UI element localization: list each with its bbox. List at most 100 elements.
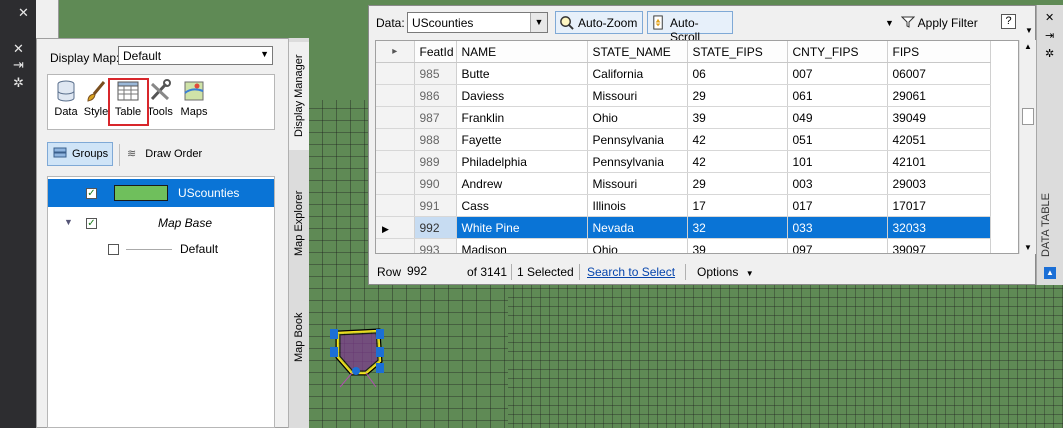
table-cell[interactable]: Fayette: [456, 128, 588, 151]
table-cell[interactable]: Franklin: [456, 106, 588, 129]
table-cell[interactable]: 987: [414, 106, 457, 129]
table-cell[interactable]: 990: [414, 172, 457, 195]
row-selector[interactable]: [376, 238, 415, 253]
layer-style-swatch[interactable]: [114, 185, 168, 201]
table-cell[interactable]: 986: [414, 84, 457, 107]
table-cell[interactable]: Nevada: [587, 216, 688, 239]
tab-display-manager[interactable]: Display Manager: [289, 42, 309, 150]
table-row[interactable]: 988 Fayette Pennsylvania 42 051 42051: [376, 128, 991, 151]
maps-tool-button[interactable]: Maps: [178, 79, 210, 118]
table-cell[interactable]: 007: [787, 62, 888, 85]
data-table-side-tab[interactable]: ✕ ⇥ ✲ DATA TABLE ▲: [1036, 5, 1063, 285]
auto-scroll-button[interactable]: Auto-Scroll: [647, 11, 733, 44]
layer-row-map-base[interactable]: ▼ ✓ Map Base: [48, 209, 274, 237]
table-row[interactable]: 989 Philadelphia Pennsylvania 42 101 42101: [376, 150, 991, 173]
pin-icon[interactable]: ⇥: [1045, 29, 1054, 42]
table-cell[interactable]: 992: [414, 216, 457, 239]
table-cell[interactable]: 988: [414, 128, 457, 151]
selected-county-highlight[interactable]: [326, 325, 388, 393]
row-selector[interactable]: [376, 150, 415, 173]
table-cell[interactable]: 29: [687, 84, 788, 107]
table-cell[interactable]: Daviess: [456, 84, 588, 107]
table-cell[interactable]: 101: [787, 150, 888, 173]
table-cell[interactable]: Missouri: [587, 172, 688, 195]
display-map-select[interactable]: Default ▼: [118, 46, 273, 65]
row-selector[interactable]: [376, 194, 415, 217]
table-cell[interactable]: 32033: [887, 216, 991, 239]
select-all-corner[interactable]: ▸: [376, 41, 415, 63]
table-cell[interactable]: Pennsylvania: [587, 150, 688, 173]
scrollbar-thumb[interactable]: [1022, 108, 1034, 125]
table-cell[interactable]: 061: [787, 84, 888, 107]
close-icon[interactable]: ✕: [18, 6, 29, 20]
table-row[interactable]: 985 Butte California 06 007 06007: [376, 62, 991, 85]
table-cell[interactable]: 29: [687, 172, 788, 195]
table-cell[interactable]: 39: [687, 238, 788, 253]
table-row[interactable]: 986 Daviess Missouri 29 061 29061: [376, 84, 991, 107]
layer-checkbox[interactable]: ✓: [86, 188, 97, 199]
column-header[interactable]: STATE_FIPS: [687, 41, 788, 63]
table-row[interactable]: ▶ 992 White Pine Nevada 32 033 32033: [376, 216, 991, 239]
overflow-icon[interactable]: ▼: [1025, 26, 1033, 35]
layer-row-default[interactable]: Default: [48, 235, 274, 263]
table-cell[interactable]: Cass: [456, 194, 588, 217]
row-selector[interactable]: [376, 62, 415, 85]
layer-row-uscounties[interactable]: ✓ UScounties: [48, 179, 274, 207]
gear-icon[interactable]: ✲: [1045, 47, 1054, 60]
table-cell[interactable]: California: [587, 62, 688, 85]
tab-map-explorer[interactable]: Map Explorer: [289, 183, 309, 263]
table-cell[interactable]: 39049: [887, 106, 991, 129]
row-selector[interactable]: ▶: [376, 216, 415, 239]
column-header[interactable]: FIPS: [887, 41, 991, 63]
search-to-select-link[interactable]: Search to Select: [587, 265, 675, 279]
tab-map-book[interactable]: Map Book: [289, 302, 309, 372]
row-number-field[interactable]: 992: [407, 263, 455, 279]
apply-filter-button[interactable]: Apply Filter: [900, 16, 978, 30]
table-cell[interactable]: 991: [414, 194, 457, 217]
table-cell[interactable]: Andrew: [456, 172, 588, 195]
scroll-down-icon[interactable]: ▼: [1024, 243, 1032, 252]
table-cell[interactable]: 06007: [887, 62, 991, 85]
table-cell[interactable]: Pennsylvania: [587, 128, 688, 151]
table-cell[interactable]: 003: [787, 172, 888, 195]
table-cell[interactable]: 39097: [887, 238, 991, 253]
table-cell[interactable]: Ohio: [587, 238, 688, 253]
table-cell[interactable]: 29003: [887, 172, 991, 195]
column-header[interactable]: FeatId: [414, 41, 457, 63]
layer-checkbox[interactable]: [108, 244, 119, 255]
groups-button[interactable]: Groups: [47, 142, 113, 166]
pin-icon[interactable]: ⇥: [13, 58, 24, 72]
table-cell[interactable]: 29061: [887, 84, 991, 107]
table-cell[interactable]: 051: [787, 128, 888, 151]
draw-order-button[interactable]: ≋ Draw Order: [127, 147, 202, 160]
table-row[interactable]: 987 Franklin Ohio 39 049 39049: [376, 106, 991, 129]
filter-dropdown-icon[interactable]: ▼: [885, 18, 894, 28]
table-cell[interactable]: Ohio: [587, 106, 688, 129]
table-cell[interactable]: Philadelphia: [456, 150, 588, 173]
table-row[interactable]: 990 Andrew Missouri 29 003 29003: [376, 172, 991, 195]
table-cell[interactable]: Madison: [456, 238, 588, 253]
gear-icon[interactable]: ✲: [13, 76, 24, 90]
close-icon[interactable]: ✕: [1045, 11, 1054, 24]
table-cell[interactable]: 06: [687, 62, 788, 85]
table-cell[interactable]: 42051: [887, 128, 991, 151]
column-header[interactable]: NAME: [456, 41, 588, 63]
table-cell[interactable]: 39: [687, 106, 788, 129]
options-button[interactable]: Options ▼: [697, 265, 754, 279]
table-cell[interactable]: Butte: [456, 62, 588, 85]
table-cell[interactable]: 32: [687, 216, 788, 239]
vertical-scrollbar[interactable]: ▲ ▼: [1019, 40, 1036, 254]
table-cell[interactable]: 097: [787, 238, 888, 253]
auto-zoom-button[interactable]: Auto-Zoom: [555, 11, 643, 34]
data-tool-button[interactable]: Data: [50, 79, 82, 118]
table-cell[interactable]: 049: [787, 106, 888, 129]
expand-icon[interactable]: ▼: [64, 217, 73, 227]
column-header[interactable]: CNTY_FIPS: [787, 41, 888, 63]
attribute-grid[interactable]: ▸ FeatId NAME STATE_NAME STATE_FIPS CNTY…: [375, 40, 1019, 254]
help-button[interactable]: ?: [1001, 14, 1016, 29]
column-header[interactable]: STATE_NAME: [587, 41, 688, 63]
table-cell[interactable]: 42101: [887, 150, 991, 173]
table-cell[interactable]: White Pine: [456, 216, 588, 239]
table-cell[interactable]: 17: [687, 194, 788, 217]
table-cell[interactable]: 989: [414, 150, 457, 173]
